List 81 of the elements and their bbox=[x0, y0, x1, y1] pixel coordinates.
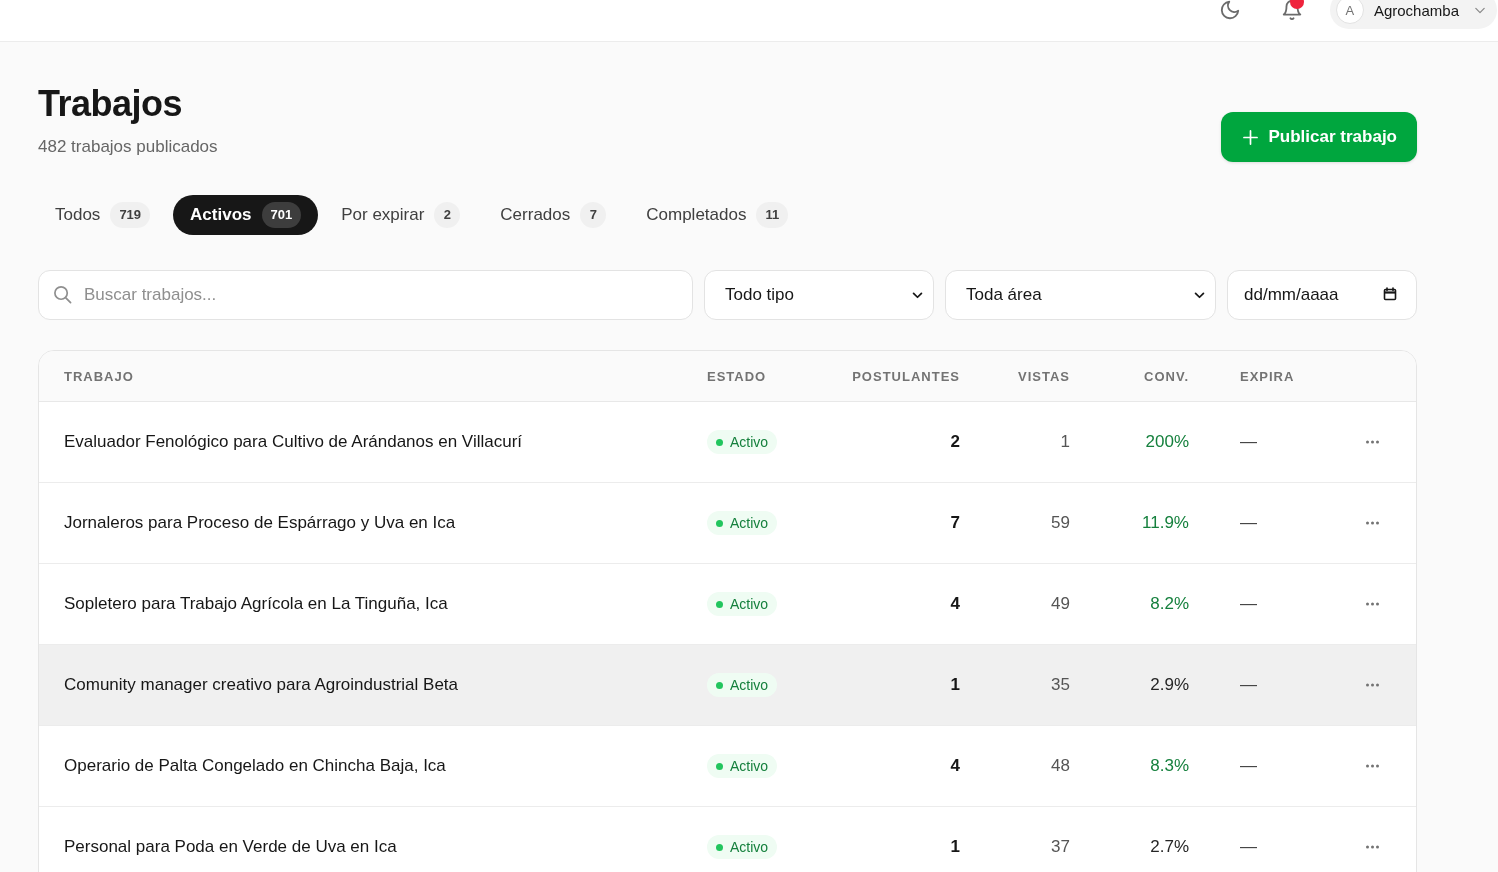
job-title[interactable]: Jornaleros para Proceso de Espárrago y Uva en Ica bbox=[64, 513, 456, 533]
status-text: Activo bbox=[730, 515, 769, 532]
tab-count: 719 bbox=[110, 202, 151, 229]
job-title[interactable]: Personal para Poda en Verde de Uva en Ica bbox=[64, 837, 397, 857]
chevron-down-icon bbox=[912, 291, 923, 299]
user-menu-button[interactable]: A Agrochamba bbox=[1329, 0, 1497, 29]
conversion-rate: 2.7% bbox=[1150, 837, 1189, 857]
filter-tab[interactable]: Completados 11 bbox=[629, 195, 806, 236]
type-select[interactable]: Todo tipo bbox=[704, 270, 934, 321]
expiry-date: — bbox=[1240, 675, 1257, 695]
expiry-date: — bbox=[1240, 513, 1257, 533]
filter-tab[interactable]: Activos 701 bbox=[173, 195, 319, 236]
job-title[interactable]: Operario de Palta Congelado en Chincha Baja, Ica bbox=[64, 756, 446, 776]
views-count: 37 bbox=[1051, 837, 1070, 857]
calendar-icon[interactable] bbox=[1383, 287, 1397, 302]
job-title[interactable]: Sopletero para Trabajo Agrícola en La Tinguña, Ica bbox=[64, 594, 448, 614]
column-header: TRABAJO bbox=[63, 368, 135, 384]
chevron-down-icon bbox=[1194, 291, 1205, 299]
page-title: Trabajos bbox=[38, 82, 184, 126]
column-header: CONV. bbox=[1143, 368, 1190, 384]
status-text: Activo bbox=[730, 839, 769, 856]
conversion-rate: 8.3% bbox=[1150, 756, 1189, 776]
chevron-down-icon bbox=[1475, 6, 1485, 14]
applicants-count: 1 bbox=[950, 675, 960, 695]
status-dot-icon bbox=[716, 438, 723, 446]
column-header: ESTADO bbox=[706, 368, 768, 384]
tab-count: 701 bbox=[261, 202, 302, 229]
bell-icon[interactable] bbox=[1280, 0, 1303, 21]
applicants-count: 4 bbox=[950, 756, 960, 776]
conversion-rate: 2.9% bbox=[1150, 675, 1189, 695]
status-dot-icon bbox=[716, 762, 723, 770]
ellipsis-icon bbox=[1365, 845, 1380, 850]
column-header: VISTAS bbox=[1017, 368, 1071, 384]
status-text: Activo bbox=[730, 677, 769, 694]
conversion-rate: 200% bbox=[1145, 432, 1189, 452]
ellipsis-icon bbox=[1365, 440, 1380, 445]
status-text: Activo bbox=[730, 596, 769, 613]
filter-tab[interactable]: Cerrados 7 bbox=[483, 195, 624, 236]
conversion-rate: 8.2% bbox=[1150, 594, 1189, 614]
views-count: 35 bbox=[1051, 675, 1070, 695]
area-select[interactable]: Toda área bbox=[945, 270, 1216, 321]
applicants-count: 1 bbox=[950, 837, 960, 857]
status-dot-icon bbox=[716, 681, 723, 689]
tab-count: 11 bbox=[756, 202, 789, 229]
status-dot-icon bbox=[716, 843, 723, 851]
expiry-date: — bbox=[1240, 837, 1257, 857]
ellipsis-icon bbox=[1365, 521, 1380, 526]
filter-tab[interactable]: Todos 719 bbox=[38, 195, 168, 236]
tab-count: 7 bbox=[580, 202, 607, 229]
search-field[interactable]: Buscar trabajos... bbox=[38, 270, 693, 321]
expiry-date: — bbox=[1240, 756, 1257, 776]
ellipsis-icon bbox=[1365, 683, 1380, 688]
tab-count: 2 bbox=[434, 202, 461, 229]
moon-icon[interactable] bbox=[1218, 0, 1241, 21]
views-count: 1 bbox=[1060, 432, 1070, 452]
expiry-date: — bbox=[1240, 432, 1257, 452]
views-count: 48 bbox=[1051, 756, 1070, 776]
job-title[interactable]: Evaluador Fenológico para Cultivo de Arándanos en Villacurí bbox=[64, 432, 523, 452]
column-header: POSTULANTES bbox=[851, 368, 961, 384]
views-count: 49 bbox=[1051, 594, 1070, 614]
views-count: 59 bbox=[1051, 513, 1070, 533]
applicants-count: 2 bbox=[950, 432, 960, 452]
status-text: Activo bbox=[730, 434, 769, 451]
status-dot-icon bbox=[716, 519, 723, 527]
status-text: Activo bbox=[730, 758, 769, 775]
ellipsis-icon bbox=[1365, 764, 1380, 769]
status-dot-icon bbox=[716, 600, 723, 608]
search-icon bbox=[53, 285, 72, 305]
page-subtitle: 482 trabajos publicados bbox=[38, 136, 218, 159]
job-title[interactable]: Comunity manager creativo para Agroindustrial Beta bbox=[64, 675, 459, 695]
applicants-count: 7 bbox=[950, 513, 960, 533]
conversion-rate: 11.9% bbox=[1142, 513, 1189, 533]
applicants-count: 4 bbox=[950, 594, 960, 614]
filter-tab[interactable]: Por expirar 2 bbox=[324, 195, 478, 236]
plus-icon bbox=[1242, 129, 1258, 145]
date-field[interactable]: dd/mm/aaaa bbox=[1227, 270, 1417, 321]
user-avatar: A bbox=[1335, 0, 1364, 24]
expiry-date: — bbox=[1240, 594, 1257, 614]
ellipsis-icon bbox=[1365, 602, 1380, 607]
table-row[interactable]: Comunity manager creativo para Agroindustrial Beta Activo 1 35 2.9% — bbox=[39, 645, 1416, 727]
column-header: EXPIRA bbox=[1239, 368, 1296, 384]
